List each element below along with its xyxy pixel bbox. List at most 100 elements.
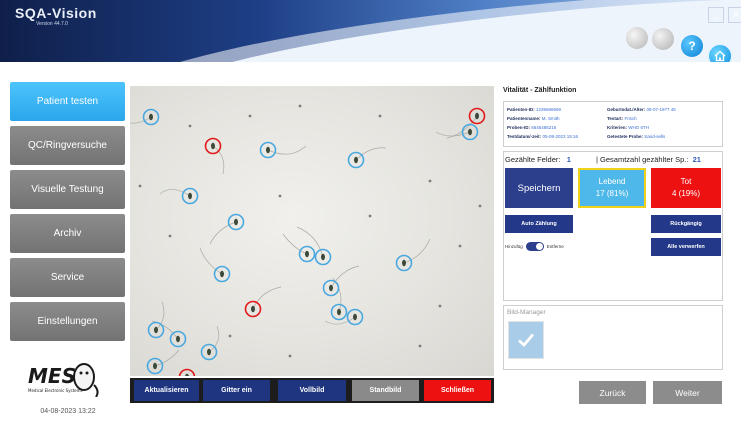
panel-title: Vitalität - Zählfunktion [503,87,577,94]
sperm-tail [208,325,220,353]
counted-fields-text: Gezählte Felder: [505,155,561,164]
sperm-tail [296,226,324,258]
toggle-right-label: Entferne [546,243,564,249]
sidebar-item-archiv[interactable]: Archiv [10,214,125,253]
info-value: 6645486216 [531,125,557,130]
debris-particle [478,204,482,208]
total-count-label: | Gesamtzahl gezählter Sp.: 21 [596,155,701,164]
close-window-button[interactable]: X [728,7,741,23]
grid-toggle-button[interactable]: Gitter ein [203,380,270,401]
sperm-head [266,146,270,154]
sperm-head [329,284,333,292]
sperm-head [337,308,341,316]
debris-particle [438,304,442,308]
sperm-head [220,270,224,278]
sperm-tail [435,131,471,137]
image-thumbnail[interactable] [508,321,544,359]
info-label: Getestete Probe: [607,134,644,139]
counted-fields-label: Gezählte Felder: 1 [505,155,571,164]
debris-particle [298,104,302,108]
sperm-head [211,142,215,150]
still-image-button[interactable]: Standbild [352,380,419,401]
datetime-label: 04-08-2023 13:22 [40,408,96,415]
counted-fields-value: 1 [566,155,571,164]
sperm-tail [267,145,307,155]
close-image-button[interactable]: Schließen [424,380,491,401]
info-label: Patientenname: [507,116,541,121]
total-count-text: | Gesamtzahl gezählter Sp.: [596,155,689,164]
sperm-head [402,259,406,267]
info-label: Testdatum/-zeit: [507,134,542,139]
home-icon[interactable] [707,43,733,62]
sperm-tail [130,116,152,124]
add-remove-toggle[interactable] [525,241,544,251]
help-icon[interactable]: ? [681,35,703,57]
sperm-tail [330,265,360,289]
debris-particle [138,184,142,188]
dead-value: 4 (19%) [671,189,700,198]
mes-logo-subtext: Medical Electronic Systems [28,388,83,393]
debris-particle [418,344,422,348]
info-value: M. Smith [541,116,560,121]
app-window: SQA-Vision Version 44.7.0 _ X ? Patient … [0,0,741,421]
alive-count-button[interactable]: Lebend 17 (81%) [578,168,646,208]
circle-grey-icon[interactable] [652,28,674,50]
sperm-head [234,218,238,226]
debris-particle [278,194,282,198]
add-remove-toggle-row: Hinzufüg Entferne [505,240,564,252]
next-button[interactable]: Weiter [653,381,722,404]
sidebar-item-visuelle-testung[interactable]: Visuelle Testung [10,170,125,209]
debris-particle [368,214,372,218]
sidebar-item-einstellungen[interactable]: Einstellungen [10,302,125,341]
info-label: Patienten-ID: [507,107,535,112]
dead-label: Tot [680,177,692,186]
circle-grey-icon[interactable] [626,27,648,49]
discard-all-button[interactable]: Alle verwerfen [651,238,721,256]
sidebar-item-qc-ringversuche[interactable]: QC/Ringversuche [10,126,125,165]
sperm-head [305,250,309,258]
sperm-tail [199,247,223,275]
auto-count-button[interactable]: Auto Zählung [505,215,573,233]
debris-particle [378,114,382,118]
info-value: 05-08-2023 15:16 [542,134,578,139]
sperm-head [185,373,189,376]
mes-logo-graphic: MES Medical Electronic Systems [28,363,99,398]
sperm-head [188,192,192,200]
sperm-tail [403,238,431,264]
info-value: 1236666669 [536,107,562,112]
sperm-tail [209,221,237,245]
debris-particle [288,354,292,358]
microscope-image[interactable] [130,86,494,376]
sperm-head [321,253,325,261]
alive-label: Lebend [598,177,626,186]
toggle-left-label: Hinzufüg [505,243,523,249]
sperm-tail [252,286,282,310]
info-tested-sample: Getestete Probe: Sand-sells [607,134,665,139]
mes-logo-lettering: MES [28,364,76,388]
sperm-head [207,348,211,356]
minimize-button[interactable]: _ [708,7,724,23]
fullscreen-button[interactable]: Vollbild [278,380,346,401]
info-value: Sand-sells [644,134,666,139]
sidebar-item-patient-testen[interactable]: Patient testen [10,82,125,121]
sperm-head [154,326,158,334]
info-label: Testart: [607,116,624,121]
back-button[interactable]: Zurück [579,381,646,404]
debris-particle [458,244,462,248]
sperm-head [176,335,180,343]
debris-particle [248,114,252,118]
total-count-value: 21 [692,155,701,164]
sperm-head [468,128,472,136]
info-test-type: Testart: Frisch [607,116,637,121]
info-patient-name: Patientenname: M. Smith [507,116,560,121]
save-button[interactable]: Speichern [505,168,573,208]
dead-count-button[interactable]: Tot 4 (19%) [651,168,721,208]
info-sample-id: Proben-ID: 6645486216 [507,125,556,130]
refresh-button[interactable]: Aktualisieren [134,380,199,401]
info-label: Proben-ID: [507,125,530,130]
sperm-head [475,112,479,120]
info-label: Geburtsdat./Alter: [607,107,646,112]
undo-button[interactable]: Rückgängig [651,215,721,233]
sidebar-item-service[interactable]: Service [10,258,125,297]
header-bar: SQA-Vision Version 44.7.0 _ X ? [0,0,741,62]
